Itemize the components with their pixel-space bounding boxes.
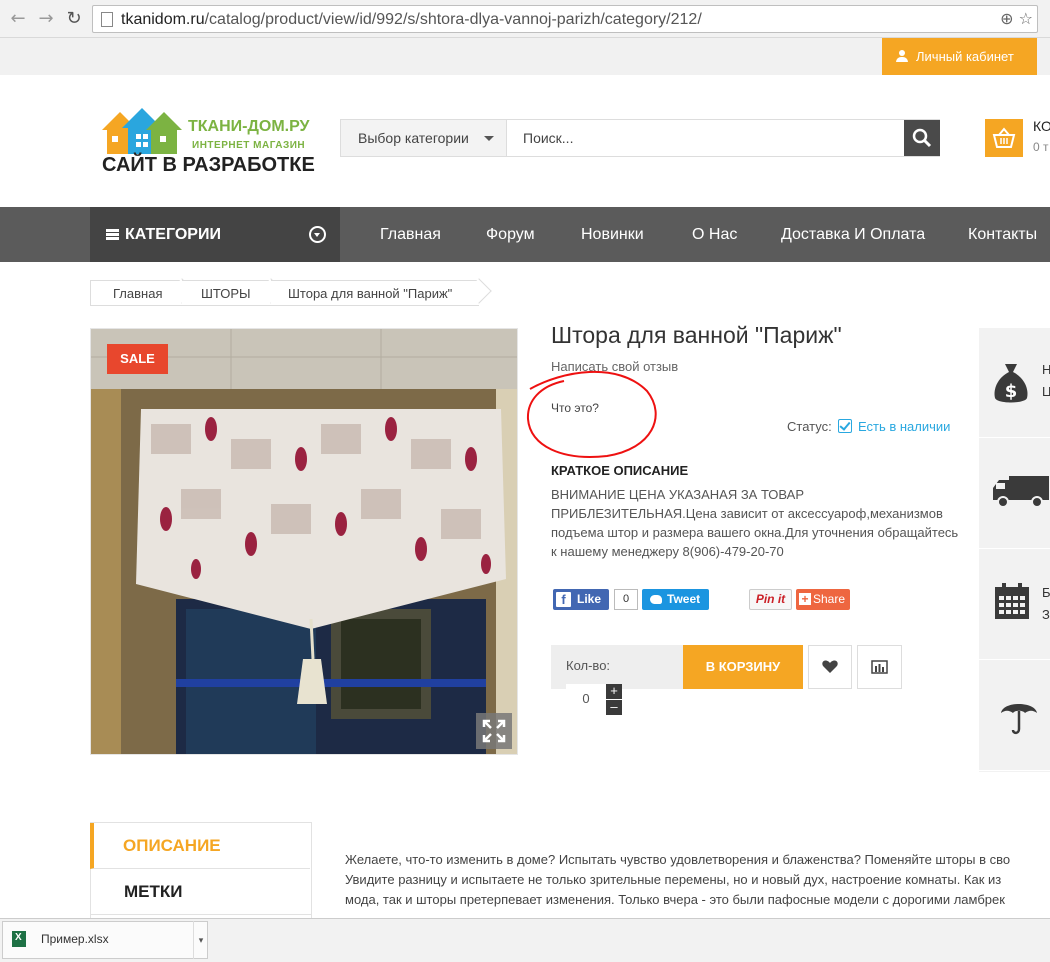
breadcrumb-current: Штора для ванной "Париж" bbox=[271, 280, 479, 306]
reload-icon[interactable]: ↻ bbox=[64, 9, 84, 29]
nav-item-new[interactable]: Новинки bbox=[581, 207, 644, 262]
feature-item bbox=[979, 439, 1050, 549]
quantity-decrease-button[interactable]: – bbox=[606, 700, 622, 715]
product-photo bbox=[91, 329, 517, 754]
share-button[interactable]: + Share bbox=[796, 589, 850, 610]
quantity-input[interactable]: 0 bbox=[566, 684, 606, 714]
logo-subtitle: ИНТЕРНЕТ МАГАЗИН bbox=[192, 140, 306, 151]
category-select[interactable]: Выбор категории bbox=[341, 120, 507, 156]
excel-file-icon bbox=[12, 931, 26, 947]
search-bar: Выбор категории bbox=[340, 119, 940, 157]
nav-item-delivery[interactable]: Доставка И Оплата bbox=[781, 207, 925, 262]
pinterest-button[interactable]: Pin it bbox=[749, 589, 792, 610]
under-construction-label: САЙТ В РАЗРАБОТКЕ bbox=[102, 154, 315, 176]
forward-arrow-icon[interactable]: → bbox=[36, 9, 56, 29]
basket-icon bbox=[992, 127, 1016, 148]
tweet-button[interactable]: Tweet bbox=[642, 589, 709, 610]
url-path: /catalog/product/view/id/992/s/shtora-dl… bbox=[204, 11, 702, 28]
twitter-bird-icon bbox=[650, 595, 662, 604]
what-is-this-text: Что это? bbox=[551, 401, 599, 415]
logo[interactable]: ТКАНИ-ДОМ.РУ ИНТЕРНЕТ МАГАЗИН САЙТ В РАЗ… bbox=[100, 104, 315, 182]
features-column: $ Н Ц Б З bbox=[979, 328, 1050, 772]
user-icon bbox=[896, 50, 908, 62]
search-input[interactable] bbox=[507, 120, 904, 156]
nav-item-contacts[interactable]: Контакты bbox=[968, 207, 1037, 262]
search-icon bbox=[912, 128, 932, 148]
cart-title[interactable]: КО bbox=[1033, 118, 1050, 134]
circle-chevron-down-icon bbox=[309, 226, 326, 243]
feature-text: Ц bbox=[1042, 384, 1050, 399]
calendar-icon bbox=[995, 583, 1029, 619]
product-tabs: ОПИСАНИЕ МЕТКИ bbox=[90, 822, 312, 932]
feature-item: Б З bbox=[979, 550, 1050, 660]
account-label: Личный кабинет bbox=[916, 49, 1014, 64]
address-bar[interactable]: tkanidom.ru/catalog/product/view/id/992/… bbox=[92, 5, 1038, 33]
description-text: Желаете, что-то изменить в доме? Испытат… bbox=[345, 850, 1050, 920]
category-select-label: Выбор категории bbox=[358, 130, 469, 146]
quantity-label: Кол-во: bbox=[566, 658, 611, 673]
fb-like-count: 0 bbox=[614, 589, 638, 610]
feature-item bbox=[979, 661, 1050, 771]
account-button[interactable]: Личный кабинет bbox=[882, 38, 1037, 75]
wishlist-button[interactable] bbox=[808, 645, 852, 689]
product-title: Штора для ванной "Париж" bbox=[551, 322, 842, 348]
short-description-text: ВНИМАНИЕ ЦЕНА УКАЗАНАЯ ЗА ТОВАР ПРИБЛЕЗИ… bbox=[551, 487, 959, 559]
browser-toolbar: ← → ↻ tkanidom.ru/catalog/product/view/i… bbox=[0, 0, 1050, 38]
back-arrow-icon[interactable]: ← bbox=[8, 9, 28, 29]
money-bag-icon: $ bbox=[994, 364, 1028, 403]
feature-text: З bbox=[1042, 607, 1050, 622]
download-menu-button[interactable]: ▾ bbox=[193, 921, 208, 959]
nav-item-about[interactable]: О Нас bbox=[692, 207, 737, 262]
compare-button[interactable] bbox=[857, 645, 902, 689]
heart-icon bbox=[822, 660, 838, 673]
umbrella-icon bbox=[1001, 704, 1037, 735]
nav-item-forum[interactable]: Форум bbox=[486, 207, 535, 262]
tab-tags[interactable]: МЕТКИ bbox=[91, 869, 311, 915]
sale-badge: SALE bbox=[107, 344, 168, 374]
svg-text:$: $ bbox=[1005, 381, 1018, 402]
cart-button[interactable] bbox=[985, 119, 1023, 157]
feature-text: Н bbox=[1042, 362, 1050, 377]
categories-label: КАТЕГОРИИ bbox=[125, 226, 221, 243]
feature-text: Б bbox=[1042, 585, 1050, 600]
description-line: мода, так и шторы претерпевает изменения… bbox=[345, 892, 1005, 907]
description-line: Увидите разницу и испытаете не только зр… bbox=[345, 872, 1002, 887]
breadcrumb-category[interactable]: ШТОРЫ bbox=[182, 280, 271, 306]
page-icon bbox=[101, 12, 113, 27]
logo-brand: ТКАНИ-ДОМ.РУ bbox=[188, 118, 310, 135]
facebook-icon: f bbox=[556, 592, 571, 607]
categories-menu-button[interactable]: КАТЕГОРИИ bbox=[90, 207, 340, 262]
download-file-name[interactable]: Пример.xlsx bbox=[41, 932, 109, 946]
short-description-title: КРАТКОЕ ОПИСАНИЕ bbox=[551, 463, 689, 478]
quantity-increase-button[interactable]: + bbox=[606, 684, 622, 699]
delivery-truck-icon bbox=[993, 476, 1049, 508]
stock-status: Есть в наличии bbox=[858, 419, 951, 434]
product-image[interactable] bbox=[90, 328, 518, 755]
add-to-cart-button[interactable]: В КОРЗИНУ bbox=[683, 645, 803, 689]
nav-item-home[interactable]: Главная bbox=[380, 207, 441, 262]
plus-icon: + bbox=[799, 593, 811, 605]
url-host: tkanidom.ru bbox=[121, 11, 205, 28]
share-label: Share bbox=[813, 592, 846, 606]
zoom-icon[interactable]: ⊕ ☆ bbox=[1000, 9, 1033, 28]
menu-bars-icon bbox=[106, 229, 119, 240]
logo-houses-icon bbox=[102, 108, 182, 154]
cart-summary: 0 т bbox=[1033, 140, 1049, 154]
url-text[interactable]: tkanidom.ru/catalog/product/view/id/992/… bbox=[121, 11, 702, 29]
search-button[interactable] bbox=[904, 120, 940, 156]
expand-icon bbox=[482, 719, 506, 743]
feature-item: $ Н Ц bbox=[979, 328, 1050, 438]
breadcrumb-home[interactable]: Главная bbox=[90, 280, 182, 306]
tab-description[interactable]: ОПИСАНИЕ bbox=[90, 823, 310, 869]
description-line: Желаете, что-то изменить в доме? Испытат… bbox=[345, 852, 1011, 867]
fullscreen-button[interactable] bbox=[476, 713, 512, 749]
tweet-label: Tweet bbox=[667, 592, 701, 606]
fb-like-label: Like bbox=[577, 592, 602, 606]
check-icon bbox=[838, 419, 852, 433]
chevron-down-icon bbox=[484, 136, 494, 141]
facebook-like-button[interactable]: f Like bbox=[553, 589, 609, 610]
bar-chart-icon bbox=[871, 660, 888, 674]
status-label: Статус: bbox=[787, 419, 832, 434]
